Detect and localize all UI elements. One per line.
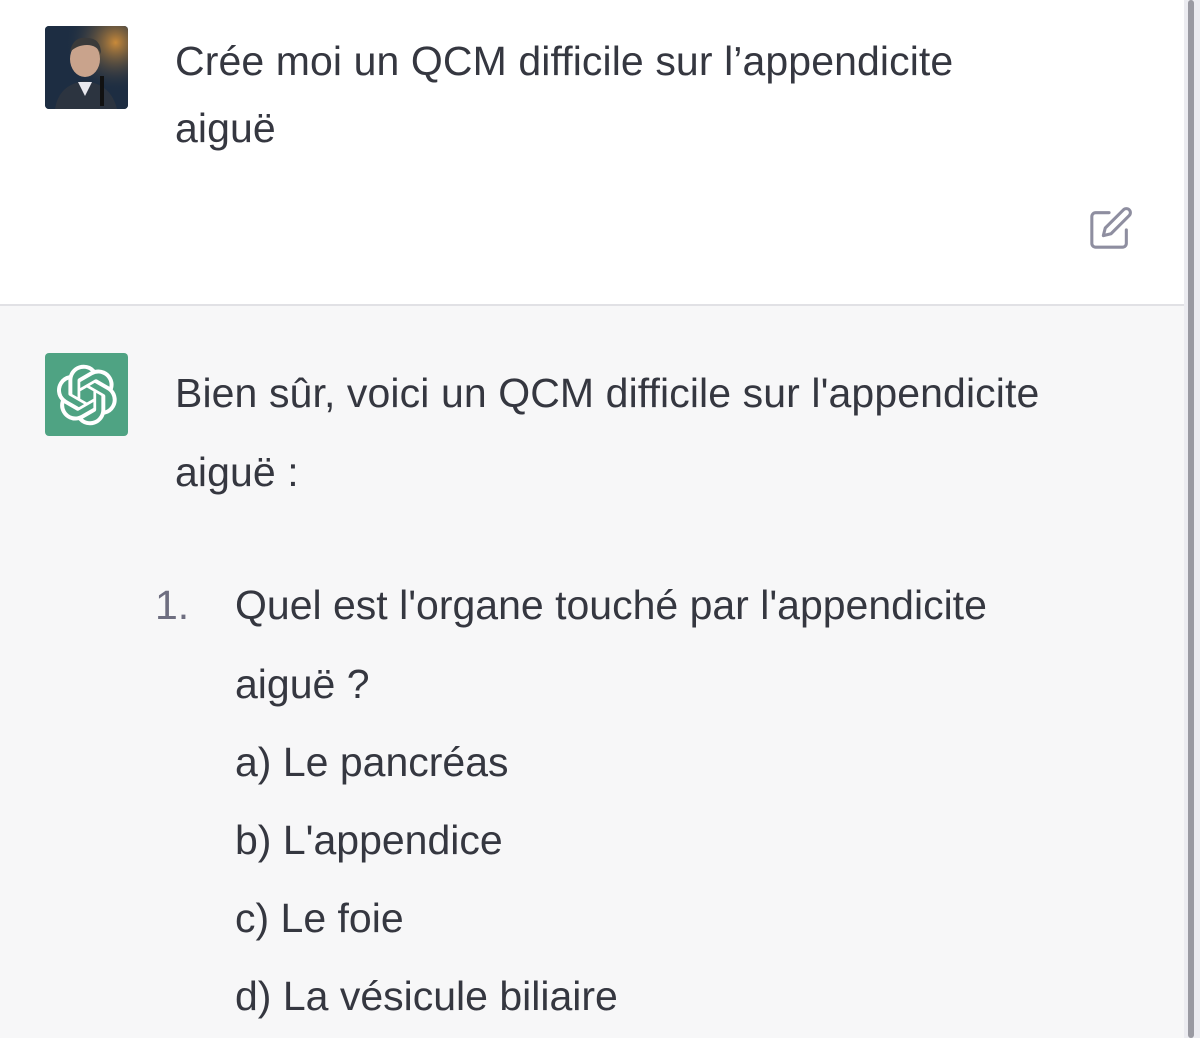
question-text: Quel est l'organe touché par l'appendici…	[235, 566, 1135, 724]
answer-option-a: a) Le pancréas	[235, 739, 509, 785]
user-message-text: Crée moi un QCM difficile sur l’appendic…	[175, 28, 1135, 162]
scrollbar-thumb[interactable]	[1188, 0, 1194, 1038]
assistant-intro: Bien sûr, voici un QCM difficile sur l'a…	[175, 354, 1165, 512]
user-message: Crée moi un QCM difficile sur l’appendic…	[0, 0, 1184, 304]
user-message-line: aiguë	[175, 105, 276, 151]
question-text-line: Quel est l'organe touché par l'appendici…	[235, 582, 987, 628]
assistant-avatar	[45, 353, 128, 436]
question-text-line: aiguë ?	[235, 661, 370, 707]
assistant-intro-line: Bien sûr, voici un QCM difficile sur l'a…	[175, 370, 1040, 416]
chat-thread: Crée moi un QCM difficile sur l’appendic…	[0, 0, 1200, 1038]
edit-icon[interactable]	[1088, 205, 1134, 251]
answer-options: a) Le pancréas b) L'appendice c) Le foie…	[235, 723, 1135, 1035]
answer-option-c: c) Le foie	[235, 895, 404, 941]
openai-logo-icon	[56, 364, 117, 425]
assistant-message: Bien sûr, voici un QCM difficile sur l'a…	[0, 306, 1184, 1038]
assistant-intro-line: aiguë :	[175, 449, 299, 495]
user-avatar-photo	[45, 26, 128, 109]
answer-option-d: d) La vésicule biliaire	[235, 973, 618, 1019]
question-number: 1.	[155, 582, 190, 628]
answer-option-b: b) L'appendice	[235, 817, 503, 863]
scrollbar-track[interactable]	[1184, 0, 1200, 1038]
user-message-line: Crée moi un QCM difficile sur l’appendic…	[175, 38, 954, 84]
user-avatar	[45, 26, 128, 109]
